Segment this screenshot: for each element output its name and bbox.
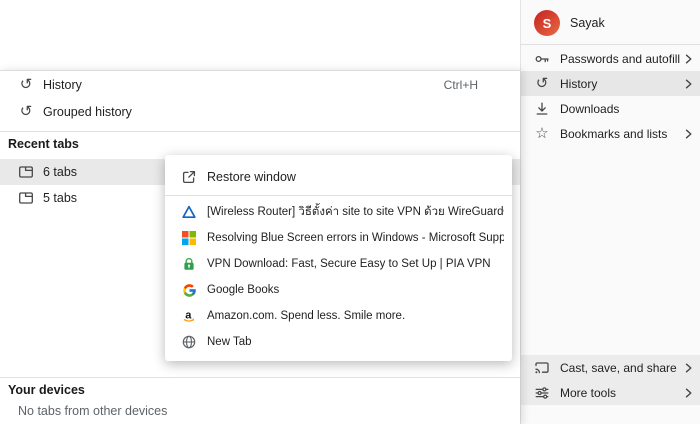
chevron-right-icon	[685, 54, 692, 64]
chevron-right-icon	[685, 79, 692, 89]
menu-item-label: Bookmarks and lists	[560, 126, 668, 141]
menu-item-label: Passwords and autofill	[560, 51, 681, 66]
tab-title: VPN Download: Fast, Secure Easy to Set U…	[207, 258, 491, 270]
menu-item-history-page[interactable]: ↺ History Ctrl+H	[0, 71, 520, 98]
chrome-main-menu: S Sayak Passwords and autofill ↺ History	[520, 0, 700, 424]
pia-vpn-lock-icon	[181, 256, 197, 272]
menu-item-label: Downloads	[560, 101, 620, 116]
no-tabs-message: No tabs from other devices	[18, 404, 168, 418]
google-logo-icon	[181, 282, 197, 298]
key-icon	[534, 51, 550, 67]
menu-item-history[interactable]: ↺ History	[521, 71, 700, 96]
menu-item-grouped-history[interactable]: ↺ Grouped history	[0, 98, 520, 125]
section-header-recent-tabs: Recent tabs	[8, 137, 79, 151]
menu-item-tab-new-tab[interactable]: New Tab	[165, 329, 512, 355]
menu-item-tab-google-books[interactable]: Google Books	[165, 277, 512, 303]
globe-icon	[181, 334, 197, 350]
history-icon: ↺	[535, 75, 549, 92]
history-icon: ↺	[19, 76, 33, 93]
tab-title: Google Books	[207, 284, 280, 296]
menu-item-label: Grouped history	[43, 104, 132, 119]
section-header-your-devices: Your devices	[8, 383, 85, 397]
avatar-initial: S	[542, 15, 552, 31]
screen: S Sayak Passwords and autofill ↺ History	[0, 0, 700, 424]
shortcut-label: Ctrl+H	[443, 77, 478, 92]
menu-item-tab-asus[interactable]: [Wireless Router] วิธีตั้งค่า site to si…	[165, 199, 512, 225]
chevron-right-icon	[685, 129, 692, 139]
tab-title: Resolving Blue Screen errors in Windows …	[207, 232, 504, 244]
cast-icon	[534, 360, 550, 376]
svg-text:a: a	[185, 310, 192, 322]
menu-item-restore-window[interactable]: Restore window	[165, 163, 512, 191]
history-icon: ↺	[19, 103, 33, 120]
tab-title: Amazon.com. Spend less. Smile more.	[207, 310, 406, 322]
menu-item-bookmarks-and-lists[interactable]: ☆ Bookmarks and lists	[521, 121, 700, 146]
menu-divider	[165, 195, 512, 196]
menu-divider	[0, 377, 520, 378]
menu-item-tab-amazon[interactable]: a Amazon.com. Spend less. Smile more.	[165, 303, 512, 329]
menu-item-label: History	[560, 76, 598, 91]
tab-icon	[18, 190, 34, 206]
amazon-logo-icon: a	[181, 308, 197, 324]
recent-tabs-submenu: Restore window [Wireless Router] วิธีตั้…	[165, 155, 512, 361]
menu-item-label: Cast, save, and share	[560, 360, 677, 375]
restore-window-icon	[181, 169, 197, 185]
star-icon: ☆	[535, 125, 549, 142]
tools-icon	[534, 385, 550, 401]
menu-item-cast-save-share[interactable]: Cast, save, and share	[521, 355, 700, 380]
menu-divider	[521, 44, 700, 45]
menu-item-more-tools[interactable]: More tools	[521, 380, 700, 405]
profile-menu-item[interactable]: S Sayak	[521, 6, 700, 40]
menu-item-passwords-and-autofill[interactable]: Passwords and autofill	[521, 46, 700, 71]
menu-item-label: More tools	[560, 385, 617, 400]
download-icon	[534, 101, 550, 117]
avatar: S	[534, 10, 560, 36]
menu-item-downloads[interactable]: Downloads	[521, 96, 700, 121]
tab-title: New Tab	[207, 336, 252, 348]
menu-item-tab-pia-vpn[interactable]: VPN Download: Fast, Secure Easy to Set U…	[165, 251, 512, 277]
tab-title: [Wireless Router] วิธีตั้งค่า site to si…	[207, 206, 504, 218]
chevron-right-icon	[685, 363, 692, 373]
profile-name: Sayak	[570, 16, 605, 30]
menu-item-label: History	[43, 77, 82, 92]
menu-item-label: Restore window	[207, 170, 296, 184]
menu-divider	[0, 131, 520, 132]
asus-logo-icon	[181, 204, 197, 220]
microsoft-logo-icon	[181, 230, 197, 246]
chevron-right-icon	[685, 388, 692, 398]
menu-item-tab-microsoft[interactable]: Resolving Blue Screen errors in Windows …	[165, 225, 512, 251]
tab-icon	[18, 164, 34, 180]
